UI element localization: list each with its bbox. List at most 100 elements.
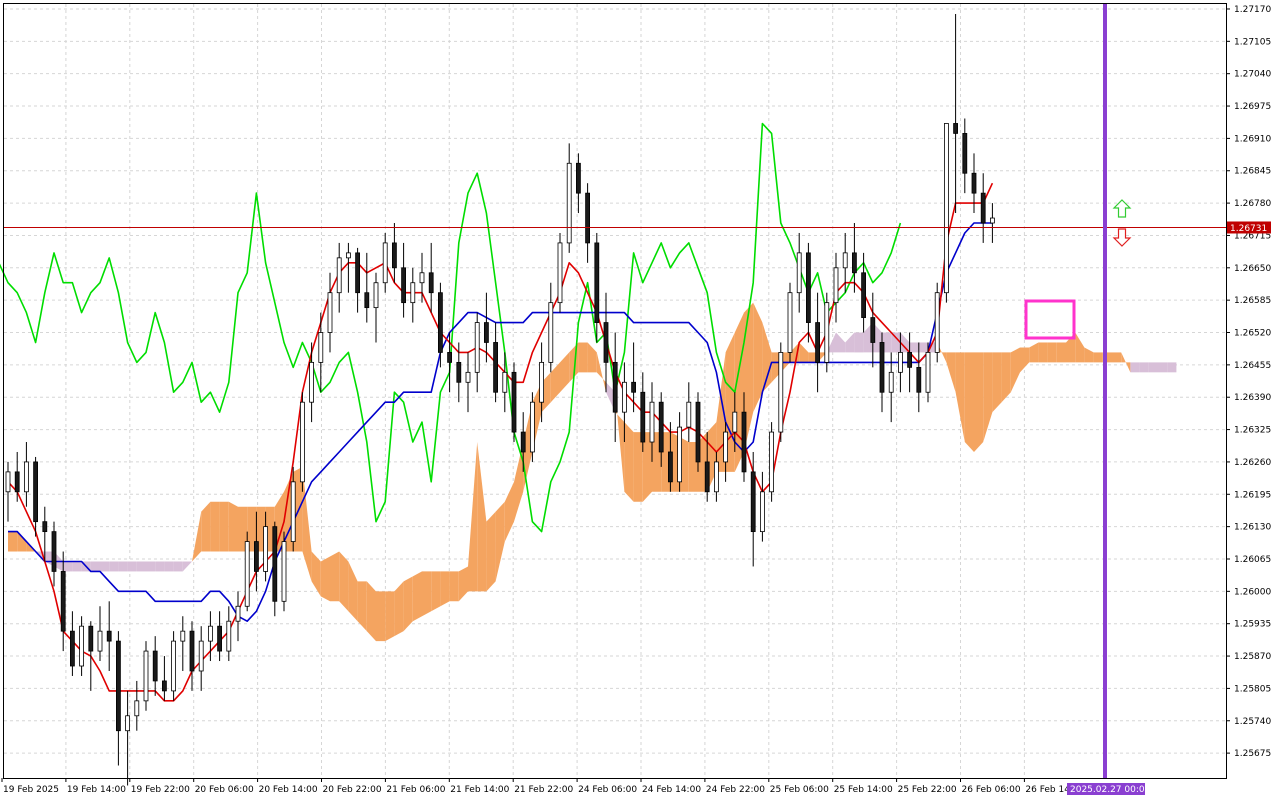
- candle-bear: [852, 252, 857, 274]
- candle-bear: [520, 431, 526, 453]
- candle-bear: [870, 317, 876, 343]
- kumo-bull-segment: [964, 352, 974, 452]
- kumo-bull-segment: [974, 352, 984, 452]
- candle-bear: [51, 531, 57, 572]
- candle-bear: [612, 361, 618, 413]
- candle-bull: [373, 282, 379, 309]
- price-tick-label: 1.26845: [1234, 167, 1271, 177]
- time-tick-label: 21 Feb 06:00: [386, 785, 445, 795]
- candle-bear: [33, 461, 38, 523]
- candle-bear: [704, 461, 710, 493]
- candle-bull: [769, 431, 774, 493]
- kumo-bear-segment: [1167, 362, 1177, 373]
- kumo-bear-segment: [63, 561, 73, 572]
- candle-bull: [263, 526, 269, 572]
- kumo-bear-segment: [136, 561, 146, 572]
- candle-bull: [925, 352, 931, 393]
- candle-bull: [539, 361, 544, 403]
- candle-bull: [548, 302, 554, 363]
- candle-bear: [116, 640, 121, 732]
- candle-bull: [79, 625, 84, 667]
- candle-bear: [815, 322, 820, 363]
- price-tick-label: 1.26130: [1234, 523, 1271, 533]
- candle-bear: [428, 272, 434, 294]
- price-tick-label: 1.26910: [1234, 134, 1271, 144]
- candle-bear: [152, 650, 158, 682]
- candle-bear: [631, 381, 636, 393]
- time-tick-label: 26 Feb 06:00: [962, 785, 1021, 795]
- price-tick-label: 1.26975: [1234, 102, 1271, 112]
- candle-bear: [483, 322, 489, 343]
- candle-bull: [530, 401, 535, 453]
- candle-bull: [833, 267, 839, 304]
- candle-bull: [23, 461, 29, 493]
- candle-bear: [401, 267, 407, 304]
- candle-bull: [842, 252, 848, 269]
- candle-bull: [824, 302, 830, 363]
- candle-bull: [888, 371, 894, 393]
- time-tick-label: 19 Feb 2025: [3, 785, 59, 795]
- kumo-bull-segment: [320, 556, 330, 602]
- price-tick-label: 1.25935: [1234, 620, 1271, 630]
- price-tick-label: 1.27105: [1234, 37, 1271, 47]
- time-tick-label: 24 Feb 06:00: [578, 785, 637, 795]
- candle-bear: [916, 366, 922, 393]
- kumo-bull-segment: [624, 422, 634, 502]
- candle-bear: [962, 133, 968, 174]
- candle-bull: [796, 252, 802, 294]
- kumo-bear-segment: [164, 561, 174, 572]
- candle-bear: [980, 192, 986, 224]
- kumo-bull-segment: [8, 531, 18, 552]
- kumo-bear-segment: [1158, 362, 1168, 373]
- candle-bull: [336, 257, 342, 294]
- candle-bull: [990, 217, 995, 224]
- price-tick-label: 1.26325: [1234, 426, 1271, 436]
- price-tick-label: 1.27040: [1234, 70, 1271, 80]
- candle-bull: [410, 282, 416, 304]
- candle-bull: [235, 605, 241, 622]
- candle-bear: [272, 526, 278, 602]
- price-tick-label: 1.26455: [1234, 361, 1271, 371]
- candle-bear: [217, 625, 223, 652]
- time-tick-label: 19 Feb 22:00: [131, 785, 190, 795]
- price-tick-label: 1.25675: [1234, 749, 1271, 759]
- price-tick-label: 1.26780: [1234, 199, 1271, 209]
- candle-bear: [806, 252, 811, 323]
- price-tick-label: 1.26520: [1234, 329, 1271, 339]
- candle-bear: [456, 361, 462, 383]
- price-tick-label: 1.27170: [1234, 5, 1271, 15]
- candle-bear: [603, 322, 609, 363]
- candle-bull: [318, 332, 324, 363]
- kumo-bull-segment: [633, 432, 643, 502]
- candle-bear: [907, 352, 912, 368]
- kumo-bull-segment: [422, 571, 432, 617]
- candle-bull: [345, 252, 351, 259]
- candle-bull: [299, 401, 305, 483]
- candle-bear: [364, 292, 370, 309]
- candle-bull: [290, 481, 296, 542]
- kumo-bull-segment: [440, 571, 450, 607]
- kumo-bear-segment: [109, 561, 119, 572]
- candle-bear: [640, 391, 646, 443]
- kumo-bear-segment: [146, 561, 156, 572]
- kumo-bull-segment: [642, 432, 652, 502]
- kumo-bear-segment: [1148, 362, 1158, 373]
- candle-bull: [281, 541, 287, 602]
- time-tick-label: 25 Feb 14:00: [834, 785, 893, 795]
- ichimoku-chart[interactable]: 1.27170 1.27105 1.27040 1.26975 1.26910 1.268…: [0, 0, 1280, 800]
- kumo-bear-segment: [918, 342, 928, 353]
- time-tick-label: 20 Feb 22:00: [323, 785, 382, 795]
- candle-bull: [677, 426, 682, 483]
- time-tick-label: 25 Feb 22:00: [898, 785, 957, 795]
- candle-bear: [355, 252, 361, 294]
- kumo-bull-segment: [339, 551, 349, 612]
- kumo-bear-segment: [1130, 362, 1140, 373]
- candle-bear: [668, 451, 673, 483]
- kumo-bear-segment: [127, 561, 137, 572]
- candle-bull: [557, 242, 563, 304]
- candle-bear: [750, 471, 756, 533]
- time-tick-label: 20 Feb 14:00: [259, 785, 318, 795]
- kumo-bull-segment: [228, 501, 238, 552]
- time-tick-label: 21 Feb 22:00: [514, 785, 573, 795]
- candle-bull: [198, 640, 204, 672]
